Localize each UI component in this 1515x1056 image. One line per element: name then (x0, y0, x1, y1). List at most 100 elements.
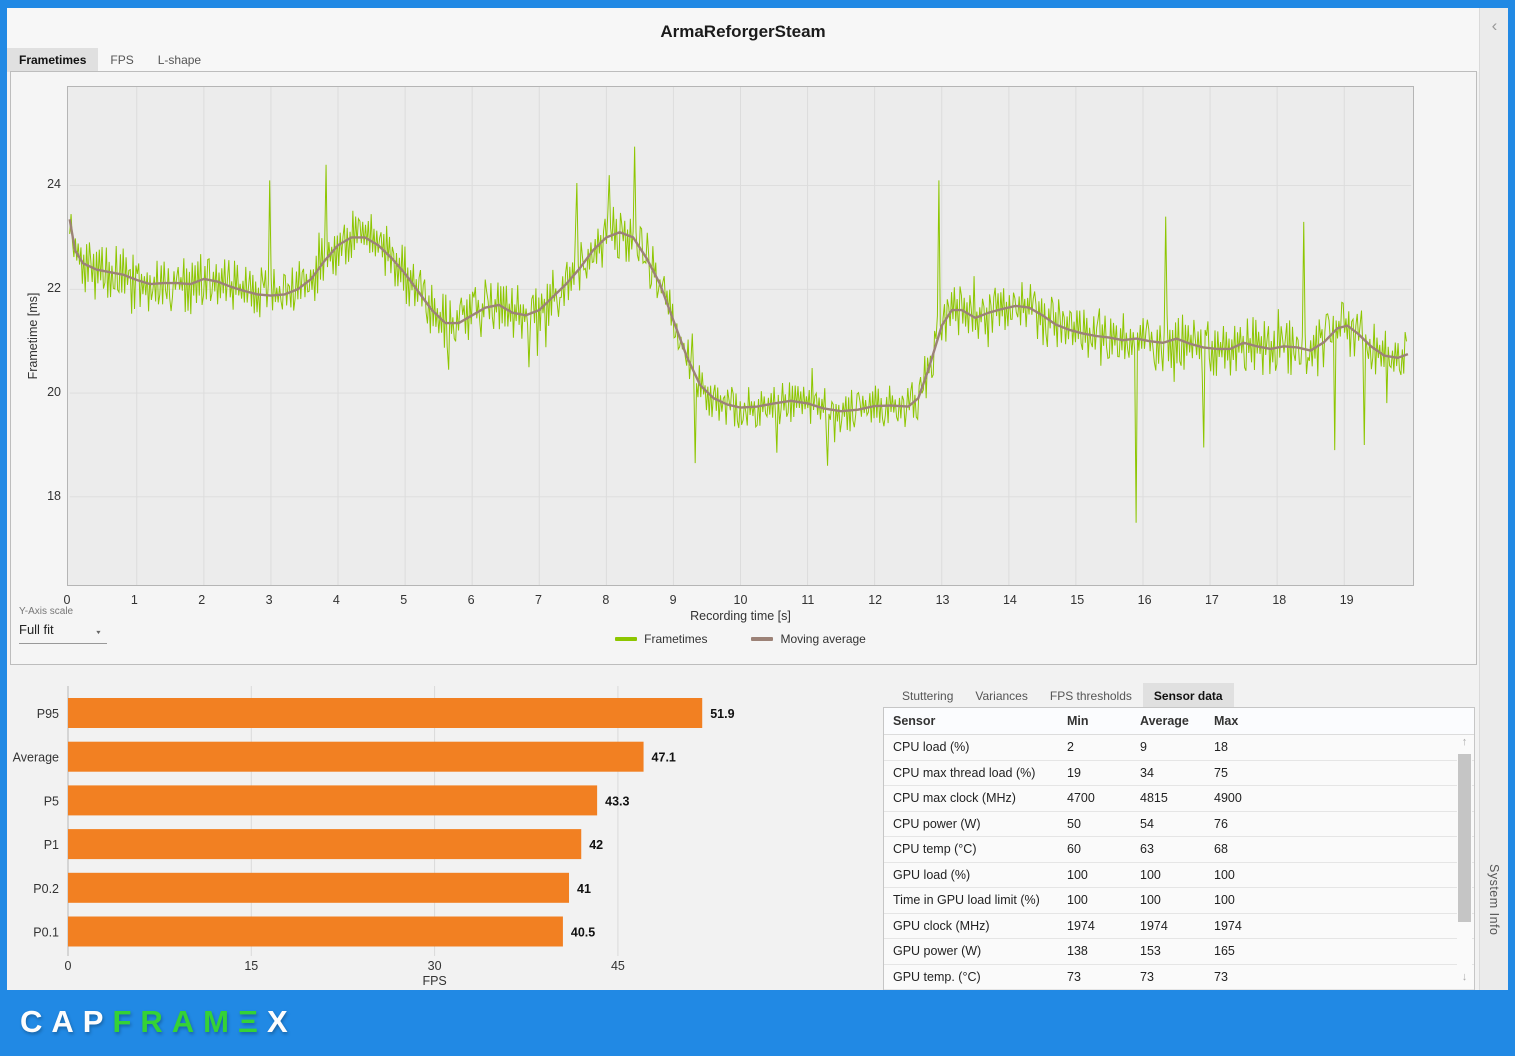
frametime-plot-area[interactable] (67, 86, 1414, 586)
bar-value-label: 43.3 (605, 794, 629, 808)
x-tick-label: 8 (602, 593, 610, 607)
chevron-down-icon: ▼ (94, 629, 103, 635)
bar-x-tick-label: 45 (611, 959, 625, 973)
sensor-value-cell: 100 (1140, 893, 1161, 907)
tab-stuttering[interactable]: Stuttering (891, 683, 964, 709)
tab-frametimes[interactable]: Frametimes (7, 48, 99, 72)
x-tick-label: 16 (1137, 593, 1152, 607)
y-tick-label: 24 (47, 176, 61, 191)
frametime-chart-panel: 18 20 22 24 0 1 2 3 4 5 6 7 8 9 10 11 12 13 14 15 16 17 18 19 … (10, 71, 1477, 665)
bar-value-label: 42 (589, 838, 603, 852)
x-tick-label: 3 (265, 593, 273, 607)
y-axis-scale-value: Full fit (19, 622, 54, 637)
sensor-value-cell: 73 (1140, 969, 1154, 984)
bar-P0.1 (68, 916, 563, 947)
sensor-name-cell: GPU temp. (°C) (893, 969, 981, 984)
x-tick-label: 11 (801, 593, 815, 607)
y-axis-title: Frametime [ms] (26, 292, 40, 380)
sensor-value-cell: 73 (1067, 969, 1081, 984)
system-info-side-panel[interactable]: ‹ System Info (1479, 8, 1508, 990)
table-header: Sensor Min Average Max (884, 708, 1474, 735)
app-window: ArmaReforgerSteam Frametimes FPS L-shape 1… (0, 0, 1515, 1056)
sensor-value-cell: 4815 (1140, 791, 1168, 805)
x-tick-label: 19 (1339, 593, 1354, 607)
x-tick-label: 7 (534, 593, 542, 607)
x-tick-label: 0 (63, 593, 71, 607)
x-tick-label: 14 (1002, 593, 1017, 607)
x-tick-label: 2 (198, 593, 206, 607)
sensor-value-cell: 4700 (1067, 791, 1095, 805)
table-body: CPU load (%) 2 9 18 CPU max thread load (%) 1… (884, 735, 1474, 990)
sensor-value-cell: 100 (1067, 893, 1088, 907)
column-header-min[interactable]: Min (1067, 708, 1140, 734)
table-row: Time in GPU load limit (%) 100 100 100 (884, 888, 1474, 914)
bar-x-tick-label: 30 (428, 959, 442, 973)
y-axis-scale-dropdown[interactable]: Full fit ▼ (19, 622, 107, 644)
bar-P1 (68, 829, 582, 860)
x-tick-label: 1 (130, 593, 138, 607)
x-tick-label: 9 (669, 593, 677, 607)
sensor-name-cell: CPU load (%) (893, 740, 970, 754)
tab-fps-thresholds[interactable]: FPS thresholds (1039, 683, 1143, 709)
sensor-value-cell: 18 (1214, 740, 1228, 754)
footer-bar: CAPFRAMΞX (0, 990, 1515, 1056)
tab-sensor-data[interactable]: Sensor data (1142, 683, 1234, 709)
chart-legend: Frametimes Moving average (67, 632, 1414, 646)
main-content: ArmaReforgerSteam Frametimes FPS L-shape 1… (7, 8, 1479, 990)
column-header-max[interactable]: Max (1214, 708, 1474, 734)
table-scrollbar[interactable]: ↑ ↓ (1457, 736, 1472, 987)
bar-P5 (68, 785, 598, 816)
sensor-data-table: Sensor Min Average Max CPU load (%) 2 9 18 CPU … (883, 707, 1475, 990)
scroll-down-icon[interactable]: ↓ (1457, 971, 1472, 987)
sensor-value-cell: 100 (1067, 867, 1088, 882)
sensor-value-cell: 100 (1214, 893, 1235, 907)
sensor-value-cell: 76 (1214, 816, 1228, 831)
bar-value-label: 51.9 (710, 707, 734, 721)
table-row: GPU power (W) 138 153 165 (884, 939, 1474, 965)
x-tick-label: 17 (1204, 593, 1219, 607)
column-header-average[interactable]: Average (1140, 708, 1214, 734)
page-title: ArmaReforgerSteam (660, 22, 826, 41)
scrollbar-thumb[interactable] (1458, 754, 1471, 922)
sensor-name-cell: CPU max clock (MHz) (893, 791, 1016, 805)
sensor-value-cell: 19 (1067, 765, 1081, 780)
tab-l-shape[interactable]: L-shape (146, 48, 213, 72)
bar-x-tick-label: 0 (65, 959, 72, 973)
bar-category-label: P95 (37, 707, 59, 721)
table-row: CPU max clock (MHz) 4700 4815 4900 (884, 786, 1474, 812)
tab-fps[interactable]: FPS (98, 48, 145, 72)
legend-label: Moving average (780, 632, 866, 646)
sensor-name-cell: CPU max thread load (%) (893, 765, 1036, 780)
sensor-value-cell: 54 (1140, 816, 1154, 831)
sensor-value-cell: 63 (1140, 842, 1154, 856)
column-header-sensor[interactable]: Sensor (884, 708, 1067, 734)
table-row: GPU temp. (°C) 73 73 73 (884, 965, 1474, 990)
scroll-up-icon[interactable]: ↑ (1457, 736, 1472, 752)
sensor-value-cell: 68 (1214, 842, 1228, 856)
sensor-value-cell: 100 (1214, 867, 1235, 882)
sensor-value-cell: 153 (1140, 944, 1161, 958)
sensor-value-cell: 73 (1214, 969, 1228, 984)
legend-swatch (751, 637, 774, 641)
bar-value-label: 47.1 (652, 751, 676, 765)
legend-swatch (615, 637, 638, 641)
table-row: GPU load (%) 100 100 100 (884, 863, 1474, 888)
sensor-value-cell: 1974 (1140, 918, 1168, 933)
frametimes-line (69, 146, 1408, 523)
sensor-name-cell: GPU clock (MHz) (893, 918, 990, 933)
table-row: CPU max thread load (%) 19 34 75 (884, 761, 1474, 786)
bar-category-label: P5 (44, 794, 59, 808)
legend-item: Moving average (751, 632, 866, 646)
analysis-tab-bar: Stuttering Variances FPS thresholds Sensor … (891, 683, 1234, 709)
bar-category-label: P0.1 (33, 926, 59, 940)
sensor-value-cell: 60 (1067, 842, 1081, 856)
chevron-left-icon[interactable]: ‹ (1480, 16, 1509, 36)
sensor-value-cell: 100 (1140, 867, 1161, 882)
percentile-bar-chart: P95 51.9 Average 47.1 P5 43.3 P1 42 P0.2 41 P0.1 40… (13, 686, 735, 988)
sensor-name-cell: CPU power (W) (893, 816, 981, 831)
x-tick-label: 12 (868, 593, 883, 607)
tab-variances[interactable]: Variances (964, 683, 1038, 709)
x-tick-label: 13 (935, 593, 950, 607)
sensor-value-cell: 34 (1140, 765, 1154, 780)
x-tick-label: 6 (467, 593, 475, 607)
